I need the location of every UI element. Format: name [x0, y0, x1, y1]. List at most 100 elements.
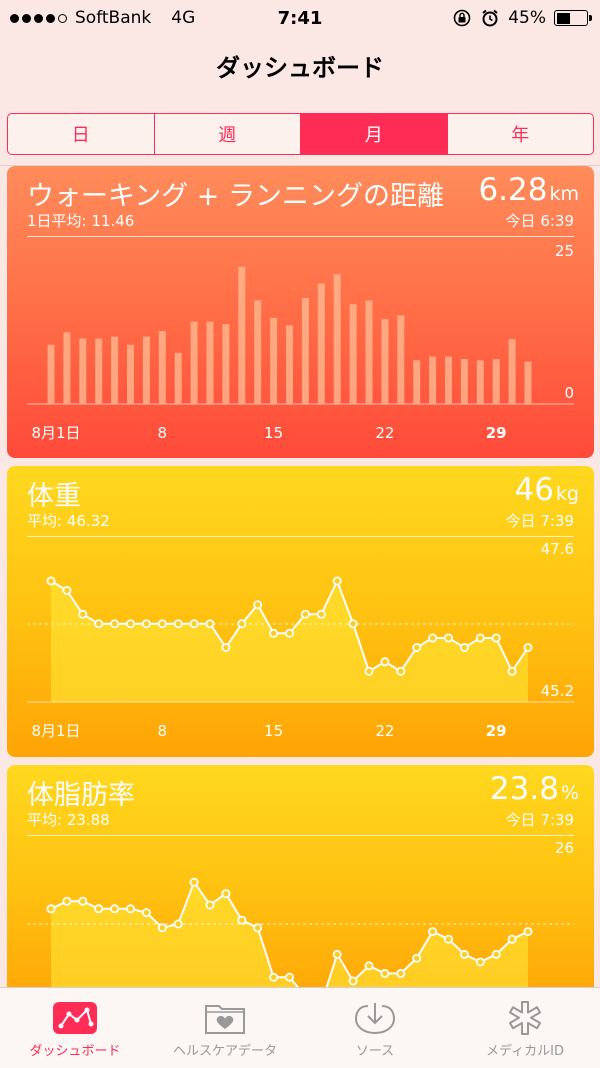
data-point — [126, 619, 136, 629]
carrier-name: SoftBank — [75, 8, 152, 28]
tab-dashboard[interactable]: ダッシュボード — [0, 988, 150, 1068]
bar — [47, 344, 55, 404]
segment-day[interactable]: 日 — [8, 114, 155, 154]
bar — [63, 332, 71, 404]
body-fat-card[interactable]: 26 体脂肪率 23.8% 平均: 23.88 今日 7:39 — [7, 765, 594, 1005]
series-area — [51, 581, 528, 702]
data-point — [284, 628, 294, 638]
tab-health-data[interactable]: ヘルスケアデータ — [150, 988, 300, 1068]
data-point — [46, 904, 56, 914]
data-point — [459, 642, 469, 652]
x-tick-label: 22 — [375, 424, 394, 442]
health-data-icon — [205, 1005, 245, 1034]
data-point — [62, 586, 72, 596]
battery-percentage: 45% — [508, 8, 546, 28]
walking-running-distance-card[interactable]: 25 0 8月1日 8 15 22 29 ウォーキング + ランニングの距離 6.28 km … — [7, 166, 594, 458]
bar — [333, 274, 341, 404]
battery-icon — [554, 10, 592, 26]
value-number: 23.8 — [489, 771, 559, 807]
data-point — [348, 976, 358, 986]
data-point — [316, 609, 326, 619]
bar — [429, 356, 437, 404]
data-point — [46, 576, 56, 586]
data-point — [94, 904, 104, 914]
x-tick-label: 8月1日 — [31, 722, 80, 740]
bar — [349, 304, 357, 404]
card-separator — [27, 835, 574, 836]
value-number: 6.28 — [478, 172, 548, 208]
status-left: SoftBank 4G — [10, 8, 195, 28]
data-point — [78, 609, 88, 619]
data-point — [237, 619, 247, 629]
status-right: 45% — [452, 8, 592, 28]
tab-sources[interactable]: ソース — [300, 988, 450, 1068]
bar — [158, 330, 166, 404]
card-date: 今日 7:39 — [505, 512, 574, 530]
data-point — [475, 633, 485, 643]
orientation-lock-icon — [453, 9, 471, 27]
bar — [476, 360, 484, 404]
data-point — [380, 657, 390, 667]
card-value: 23.8% — [490, 771, 579, 807]
data-point — [332, 949, 342, 959]
page-title: ダッシュボード — [216, 54, 384, 82]
data-point — [189, 619, 199, 629]
tab-medical-id[interactable]: メディカルID — [450, 988, 600, 1068]
bar — [365, 300, 373, 404]
y-tick-label: 45.2 — [541, 682, 574, 700]
data-point — [173, 919, 183, 929]
data-point — [157, 923, 167, 933]
data-point — [221, 642, 231, 652]
data-point — [253, 600, 263, 610]
data-point — [221, 889, 231, 899]
segment-year[interactable]: 年 — [448, 114, 594, 154]
bar — [206, 321, 214, 404]
bar — [413, 360, 421, 404]
data-point — [253, 923, 263, 933]
card-date: 今日 7:39 — [505, 811, 574, 829]
x-tick-label: 15 — [264, 722, 283, 740]
data-point — [269, 972, 279, 982]
data-point — [459, 949, 469, 959]
data-point — [507, 934, 517, 944]
x-tick-label: 8 — [158, 722, 168, 740]
data-point — [443, 934, 453, 944]
card-title: ウォーキング + ランニングの距離 — [27, 181, 444, 212]
x-tick-label: 15 — [264, 424, 283, 442]
bar — [317, 283, 325, 404]
segment-week[interactable]: 週 — [155, 114, 301, 154]
data-point — [428, 927, 438, 937]
data-point — [412, 953, 422, 963]
data-point — [491, 633, 501, 643]
tab-label: メディカルID — [486, 1044, 564, 1059]
data-point — [396, 968, 406, 978]
bar — [174, 352, 182, 404]
sources-icon — [354, 1003, 396, 1035]
card-average: 1日平均: 11.46 — [27, 212, 135, 230]
bar — [445, 356, 452, 404]
data-point — [110, 619, 120, 629]
bar — [460, 359, 468, 404]
tab-bar: ダッシュボード ヘルスケアデータ ソース メディカルID — [0, 987, 600, 1068]
card-title: 体重 — [27, 481, 81, 512]
data-point — [443, 633, 453, 643]
bar — [254, 300, 262, 404]
weight-card[interactable]: 47.6 45.2 8月1日 8 15 22 29 体重 46 kg 平均: 46.32 今日… — [7, 466, 594, 757]
data-point — [126, 904, 136, 914]
segment-month[interactable]: 月 — [301, 114, 448, 154]
alarm-icon — [482, 9, 498, 27]
data-point — [491, 949, 501, 959]
bar — [238, 266, 246, 404]
data-point — [62, 896, 72, 906]
data-point — [173, 619, 183, 629]
tab-label: ダッシュボード — [29, 1044, 121, 1059]
status-bar: SoftBank 4G 7:41 45% — [0, 0, 600, 36]
card-value: 6.28 km — [478, 172, 579, 208]
data-point — [269, 628, 279, 638]
data-point — [141, 619, 151, 629]
bar — [270, 317, 278, 404]
data-point — [157, 619, 167, 629]
card-average: 平均: 46.32 — [27, 512, 110, 530]
card-average: 平均: 23.88 — [27, 811, 110, 829]
bar — [142, 336, 150, 404]
